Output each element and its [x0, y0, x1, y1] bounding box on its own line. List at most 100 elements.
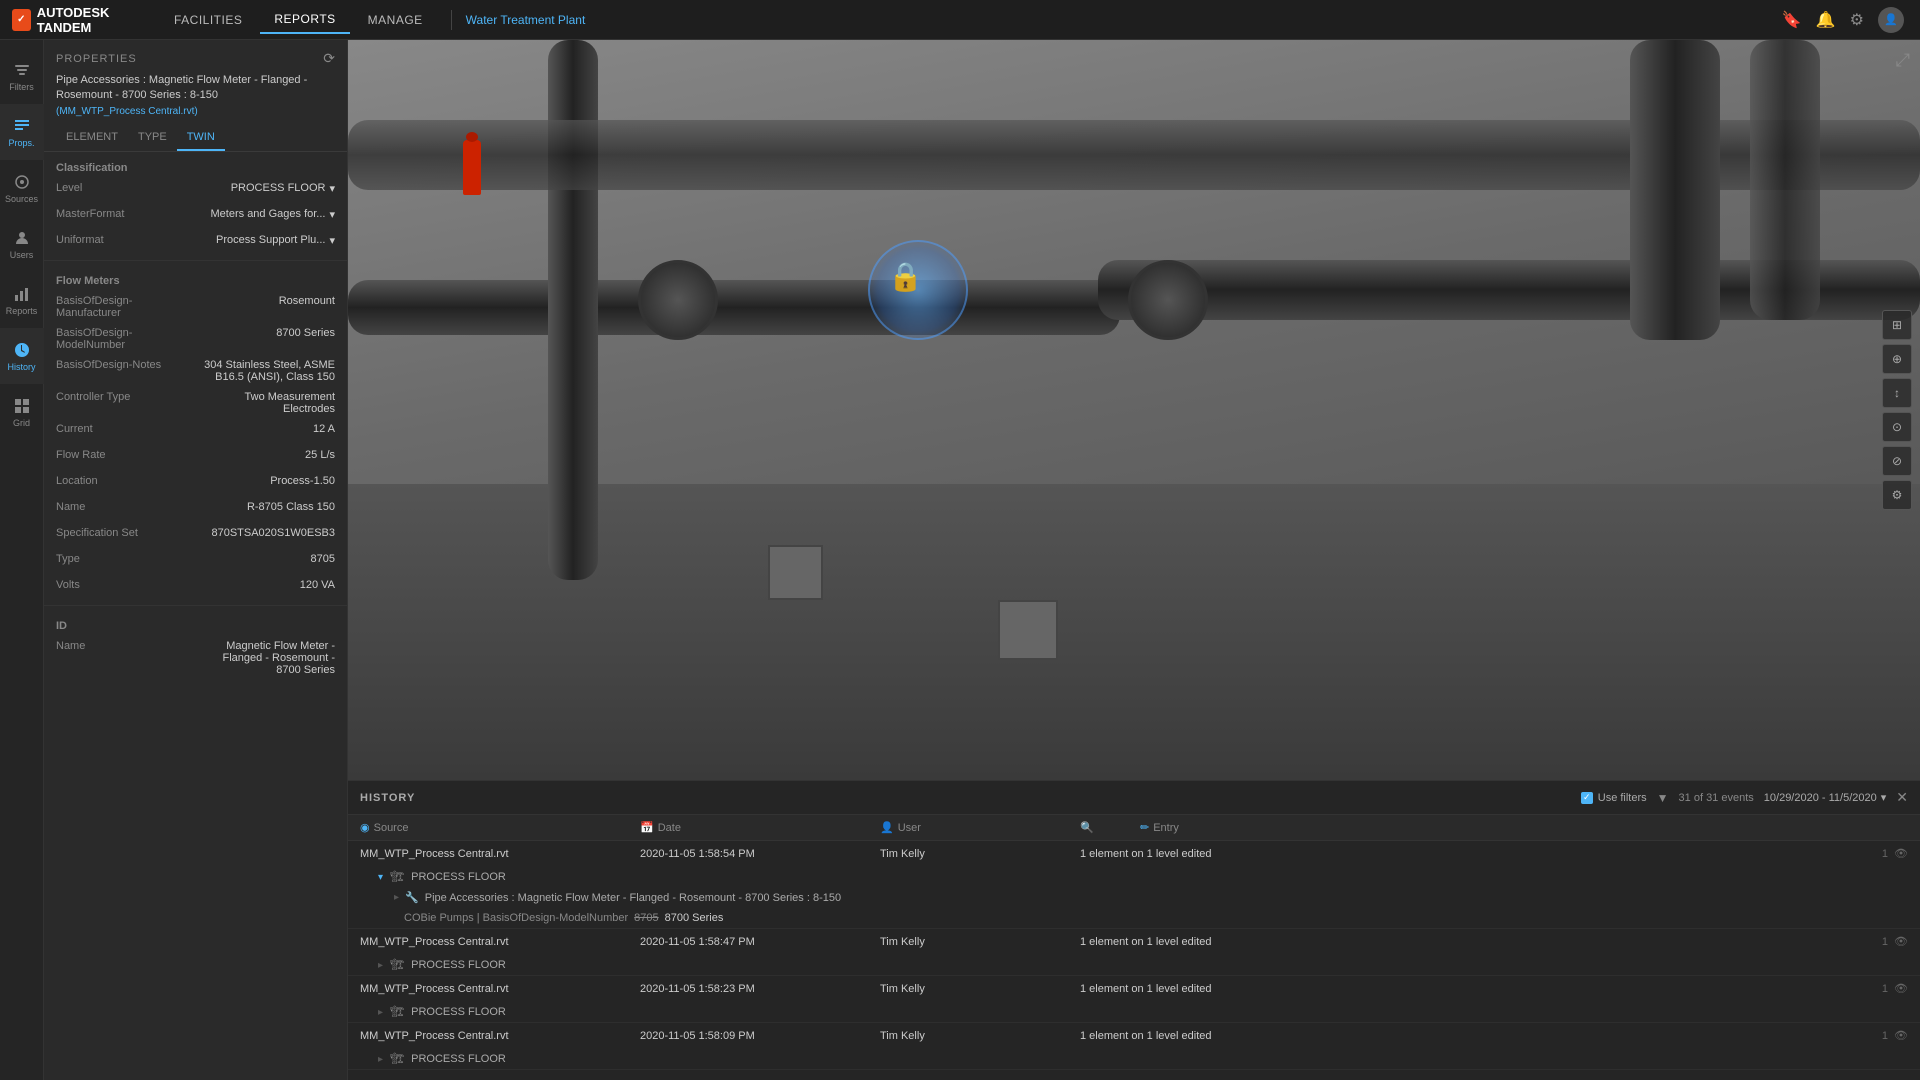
facility-name: Water Treatment Plant [466, 13, 586, 27]
tab-type[interactable]: TYPE [128, 125, 177, 151]
uniformat-dropdown[interactable]: Process Support Plu... ▾ [196, 234, 336, 247]
use-filters-toggle[interactable]: ✓ Use filters [1581, 792, 1647, 804]
building-icon: 🏗 [390, 871, 404, 883]
bell-icon[interactable]: 🔔 [1816, 10, 1836, 30]
row2-eye-icon[interactable]: 👁 [1894, 982, 1908, 995]
sidebar-label-sources: Sources [5, 194, 38, 204]
nav-reports[interactable]: REPORTS [260, 6, 349, 34]
user-avatar[interactable]: 👤 [1878, 7, 1904, 33]
history-refresh-icon[interactable]: ⟳ [323, 50, 335, 67]
main-layout: Filters Props. Sources Users Reports His… [0, 40, 1920, 1080]
col-date: 📅 Date [640, 821, 880, 834]
nav-facilities[interactable]: FACILITIES [160, 7, 256, 33]
history-row-3: MM_WTP_Process Central.rvt 2020-11-05 1:… [348, 1023, 1920, 1070]
vp-zoom-btn[interactable]: ⊕ [1882, 344, 1912, 374]
prop-level: Level PROCESS FLOOR ▾ [44, 178, 347, 204]
nav-manage[interactable]: MANAGE [354, 7, 437, 33]
history-row-main-0: MM_WTP_Process Central.rvt 2020-11-05 1:… [348, 841, 1920, 866]
col-user: 👤 User [880, 821, 1080, 834]
expand-icon-r3[interactable]: ▸ [378, 1054, 383, 1065]
history-title: HISTORY [360, 792, 415, 804]
properties-header: PROPERTIES ⟳ [44, 40, 347, 73]
sidebar-label-filters: Filters [9, 82, 34, 92]
old-value: 8705 [634, 912, 658, 924]
prop-name-flow: Name R-8705 Class 150 [44, 497, 347, 523]
col-user-label: User [898, 822, 921, 834]
row3-eye-icon[interactable]: 👁 [1894, 1029, 1908, 1042]
sidebar-item-users[interactable]: Users [0, 216, 44, 272]
row1-eye-icon[interactable]: 👁 [1894, 935, 1908, 948]
row0-eye-icon[interactable]: 👁 [1894, 847, 1908, 860]
expand-viewport-icon[interactable]: ⤢ [1896, 50, 1910, 71]
sidebar-item-reports[interactable]: Reports [0, 272, 44, 328]
vp-settings-btn[interactable]: ⚙ [1882, 480, 1912, 510]
date-range-picker[interactable]: 10/29/2020 - 11/5/2020 ▾ [1764, 791, 1886, 804]
expand-icon-r2[interactable]: ▸ [378, 1007, 383, 1018]
section-id: ID [44, 610, 347, 636]
use-filters-checkbox[interactable]: ✓ [1581, 792, 1593, 804]
scene-box2 [998, 600, 1058, 660]
history-row-main-2: MM_WTP_Process Central.rvt 2020-11-05 1:… [348, 976, 1920, 1001]
vp-orbit-btn[interactable]: ⊙ [1882, 412, 1912, 442]
col-source-label: Source [374, 822, 409, 834]
row1-count: 1 [1882, 936, 1888, 948]
row3-entry: 1 element on 1 level edited [1080, 1030, 1874, 1042]
row2-actions: 1 👁 [1882, 982, 1908, 995]
sidebar-item-filters[interactable]: Filters [0, 48, 44, 104]
building-icon-r2: 🏗 [390, 1006, 404, 1018]
prop-flow-rate: Flow Rate 25 L/s [44, 445, 347, 471]
row2-user: Tim Kelly [880, 983, 1080, 995]
section-flow-meters: Flow Meters [44, 265, 347, 291]
vp-grid-btn[interactable]: ⊞ [1882, 310, 1912, 340]
vp-fit-btn[interactable]: ↕ [1882, 378, 1912, 408]
bookmark-icon[interactable]: 🔖 [1782, 10, 1802, 30]
top-navigation: ✓ AUTODESK TANDEM FACILITIES REPORTS MAN… [0, 0, 1920, 40]
building-icon-r1: 🏗 [390, 959, 404, 971]
settings-icon[interactable]: ⚙ [1850, 10, 1864, 30]
prop-masterformat: MasterFormat Meters and Gages for... ▾ [44, 204, 347, 230]
sidebar-item-props[interactable]: Props. [0, 104, 44, 160]
expand-icon-r1[interactable]: ▸ [378, 960, 383, 971]
chevron-down-icon: ▾ [329, 208, 335, 221]
sidebar-item-grid[interactable]: Grid [0, 384, 44, 440]
masterformat-dropdown[interactable]: Meters and Gages for... ▾ [196, 208, 336, 221]
use-filters-text: Use filters [1598, 792, 1647, 804]
level-dropdown[interactable]: PROCESS FLOOR ▾ [196, 182, 336, 195]
nav-divider [451, 10, 452, 30]
properties-file: (MM_WTP_Process Central.rvt) [44, 106, 347, 125]
row2-detail1: ▸ 🏗 PROCESS FLOOR [348, 1001, 1920, 1022]
collapse-icon[interactable]: ▾ [378, 872, 383, 883]
pipe-valve1 [638, 260, 718, 340]
sidebar-item-history[interactable]: History [0, 328, 44, 384]
prop-volts: Volts 120 VA [44, 575, 347, 601]
logo-icon: ✓ [12, 9, 31, 31]
pipe-tr-v1 [1630, 40, 1720, 340]
expand-icon2[interactable]: ▸ [394, 892, 399, 903]
tab-element[interactable]: ELEMENT [56, 125, 128, 151]
history-close-button[interactable]: ✕ [1896, 789, 1908, 806]
properties-panel: PROPERTIES ⟳ Pipe Accessories : Magnetic… [44, 40, 348, 1080]
vp-section-btn[interactable]: ⊘ [1882, 446, 1912, 476]
history-panel: HISTORY ✓ Use filters ▼ 31 of 31 events … [348, 780, 1920, 1080]
row0-entry: 1 element on 1 level edited [1080, 848, 1874, 860]
row1-detail1: ▸ 🏗 PROCESS FLOOR [348, 954, 1920, 975]
fire-extinguisher [463, 140, 481, 195]
cobie-label: COBie Pumps | BasisOfDesign-ModelNumber [404, 912, 628, 924]
row2-date: 2020-11-05 1:58:23 PM [640, 983, 880, 995]
pipe-valve2 [1128, 260, 1208, 340]
history-header-controls: ✓ Use filters ▼ 31 of 31 events 10/29/20… [1581, 789, 1908, 806]
sidebar-item-sources[interactable]: Sources [0, 160, 44, 216]
prop-notes: BasisOfDesign-Notes 304 Stainless Steel,… [44, 355, 347, 387]
tab-twin[interactable]: TWIN [177, 125, 225, 151]
section-classification: Classification [44, 152, 347, 178]
selection-lock-icon: 🔒 [888, 260, 923, 293]
row3-date: 2020-11-05 1:58:09 PM [640, 1030, 880, 1042]
view-area: 🔒 ⊞ ⊕ ↕ ⊙ ⊘ ⚙ ⤢ HISTORY [348, 40, 1920, 1080]
date-range-chevron: ▾ [1881, 791, 1887, 804]
col-search[interactable]: 🔍 [1080, 821, 1140, 834]
prop-type: Type 8705 [44, 549, 347, 575]
search-icon[interactable]: 🔍 [1080, 821, 1094, 834]
properties-subtitle: Pipe Accessories : Magnetic Flow Meter -… [44, 73, 347, 106]
row0-level: PROCESS FLOOR [411, 871, 506, 883]
viewport-3d[interactable]: 🔒 ⊞ ⊕ ↕ ⊙ ⊘ ⚙ ⤢ [348, 40, 1920, 780]
